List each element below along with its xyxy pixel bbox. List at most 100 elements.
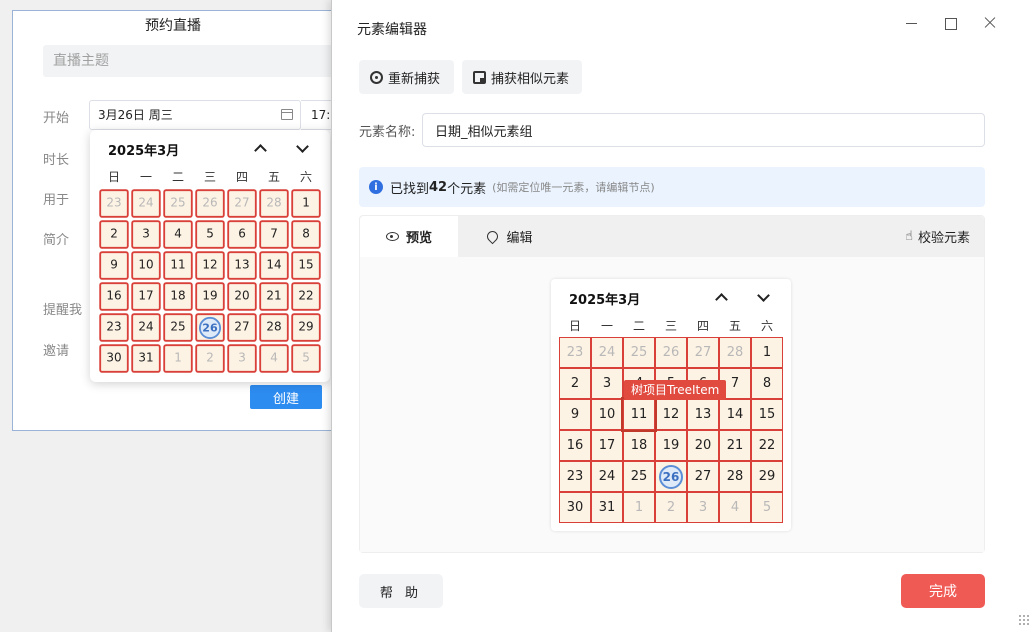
capture-similar-label: 捕获相似元素	[491, 71, 570, 87]
calendar-day[interactable]: 1	[163, 344, 193, 373]
calendar-day[interactable]: 14	[259, 251, 289, 280]
location-pin-icon	[485, 228, 501, 245]
remind-label: 提醒我	[43, 303, 83, 318]
calendar-day[interactable]: 12	[195, 251, 225, 280]
calendar-day: 28	[719, 461, 751, 492]
calendar-day[interactable]: 23	[99, 313, 129, 342]
calendar-day[interactable]: 25	[163, 313, 193, 342]
calendar-day: 11	[621, 397, 657, 432]
calendar-day[interactable]: 4	[259, 344, 289, 373]
calendar-day[interactable]: 16	[99, 282, 129, 311]
help-button[interactable]: 帮 助	[359, 574, 443, 608]
duration-label: 时长	[43, 153, 70, 168]
capture-similar-button[interactable]: 捕获相似元素	[462, 60, 582, 94]
tab-edit-label: 编辑	[506, 231, 533, 246]
calendar-day[interactable]: 28	[259, 313, 289, 342]
calendar-day: 15	[751, 399, 783, 430]
calendar-day[interactable]: 20	[227, 282, 257, 311]
calendar-day: 31	[591, 492, 623, 523]
capture-icon	[370, 70, 383, 84]
close-icon[interactable]	[980, 13, 1000, 33]
tab-preview[interactable]: 预览	[360, 216, 458, 257]
weekday-label: 日	[568, 319, 581, 333]
calendar-day[interactable]: 22	[291, 282, 321, 311]
start-date-picker[interactable]: 3月26日 周三	[89, 100, 301, 130]
calendar-day[interactable]: 24	[131, 189, 161, 218]
calendar-day[interactable]: 26	[195, 313, 225, 342]
intro-label: 简介	[43, 233, 70, 248]
calendar-day[interactable]: 27	[227, 189, 257, 218]
recapture-button[interactable]: 重新捕获	[359, 60, 454, 94]
element-name-input[interactable]	[422, 113, 985, 147]
tab-edit[interactable]: 编辑	[470, 216, 550, 257]
calendar-day[interactable]: 2	[99, 220, 129, 249]
calendar-day[interactable]: 10	[131, 251, 161, 280]
calendar-day[interactable]: 5	[195, 220, 225, 249]
calendar-day[interactable]: 23	[99, 189, 129, 218]
today-marker: 26	[659, 464, 683, 489]
weekday-label: 五	[267, 170, 280, 184]
create-button[interactable]: 创建	[250, 385, 322, 409]
calendar-day[interactable]: 1	[291, 189, 321, 218]
calendar-day: 10	[591, 399, 623, 430]
resize-grip-icon[interactable]	[1018, 614, 1030, 626]
calendar-day: 27	[687, 337, 719, 368]
calendar-day: 2	[655, 492, 687, 523]
weekday-label: 三	[664, 319, 677, 333]
calendar-day[interactable]: 11	[163, 251, 193, 280]
calendar-day[interactable]: 9	[99, 251, 129, 280]
calendar-day[interactable]: 19	[195, 282, 225, 311]
verify-element-button[interactable]: ☝ 校验元素	[905, 216, 970, 257]
calendar-day[interactable]: 8	[291, 220, 321, 249]
weekday-label: 六	[299, 170, 312, 184]
calendar-day[interactable]: 25	[163, 189, 193, 218]
calendar-day[interactable]: 4	[163, 220, 193, 249]
use-for-label: 用于	[43, 193, 70, 208]
calendar-day[interactable]: 18	[163, 282, 193, 311]
calendar-day[interactable]: 6	[227, 220, 257, 249]
invite-label: 邀请	[43, 344, 70, 359]
start-label: 开始	[43, 111, 70, 126]
calendar-day[interactable]: 5	[291, 344, 321, 373]
calendar-day[interactable]: 31	[131, 344, 161, 373]
calendar-day[interactable]: 17	[131, 282, 161, 311]
calendar-day[interactable]: 29	[291, 313, 321, 342]
maximize-icon[interactable]	[940, 13, 960, 33]
calendar-day: 21	[719, 430, 751, 461]
calendar-day: 3	[687, 492, 719, 523]
calendar-day: 28	[719, 337, 751, 368]
calendar-day: 19	[655, 430, 687, 461]
calendar-day[interactable]: 2	[195, 344, 225, 373]
element-name-label: 元素名称:	[359, 125, 416, 140]
weekday-label: 四	[696, 319, 709, 333]
found-suffix: 个元素	[447, 181, 487, 197]
element-type-tooltip: 树项目TreeItem	[624, 380, 727, 400]
chevron-up-icon[interactable]	[250, 138, 270, 158]
today-marker: 26	[198, 316, 222, 339]
found-hint: (如需定位唯一元素，请编辑节点)	[492, 181, 655, 194]
calendar-day[interactable]: 7	[259, 220, 289, 249]
calendar-day[interactable]: 15	[291, 251, 321, 280]
calendar-day: 1	[623, 492, 655, 523]
calendar-day[interactable]: 24	[131, 313, 161, 342]
found-prefix: 已找到	[390, 181, 430, 197]
minimize-icon[interactable]	[902, 13, 922, 33]
calendar-day: 16	[559, 430, 591, 461]
chevron-down-icon[interactable]	[292, 138, 312, 158]
weekday-label: 一	[600, 319, 613, 333]
calendar-day[interactable]: 28	[259, 189, 289, 218]
live-topic-input[interactable]: 直播主题	[43, 45, 343, 77]
recapture-label: 重新捕获	[388, 71, 441, 87]
calendar-day[interactable]: 21	[259, 282, 289, 311]
calendar-day[interactable]: 30	[99, 344, 129, 373]
calendar-day[interactable]: 13	[227, 251, 257, 280]
start-date-value: 3月26日 周三	[98, 108, 173, 122]
calendar-day[interactable]: 27	[227, 313, 257, 342]
calendar-day: 26	[655, 461, 687, 492]
calendar-day: 12	[655, 399, 687, 430]
calendar-day: 27	[687, 461, 719, 492]
calendar-day[interactable]: 3	[131, 220, 161, 249]
calendar-day[interactable]: 26	[195, 189, 225, 218]
calendar-day[interactable]: 3	[227, 344, 257, 373]
finish-button[interactable]: 完成	[901, 574, 985, 608]
